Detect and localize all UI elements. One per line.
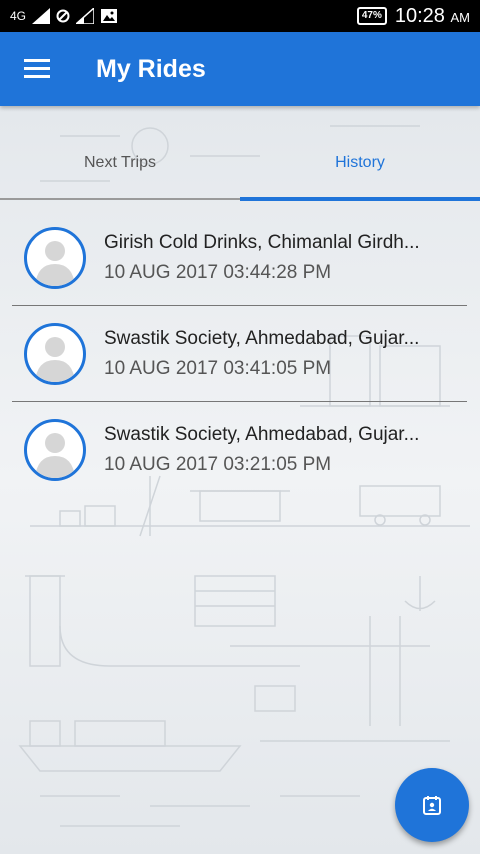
ride-timestamp: 10 AUG 2017 03:41:05 PM [104, 358, 332, 379]
status-icons: 4G [10, 8, 118, 24]
ride-item[interactable]: Girish Cold Drinks, Chimanlal Girdh... 1… [0, 210, 480, 306]
ride-item[interactable]: Swastik Society, Ahmedabad, Gujar... 10 … [0, 402, 480, 498]
user-placeholder-icon [35, 337, 75, 382]
avatar [24, 323, 86, 385]
ride-location: Swastik Society, Ahmedabad, Gujar... [104, 424, 420, 445]
signal-weak-icon [76, 8, 95, 24]
battery-indicator: 47% [356, 7, 387, 25]
ride-timestamp: 10 AUG 2017 03:44:28 PM [104, 262, 332, 283]
image-notification-icon [101, 9, 118, 23]
tab-next-trips[interactable]: Next Trips [0, 154, 240, 172]
ride-timestamp: 10 AUG 2017 03:21:05 PM [104, 454, 332, 475]
menu-button[interactable] [0, 32, 74, 106]
ride-item[interactable]: Swastik Society, Ahmedabad, Gujar... 10 … [0, 306, 480, 402]
ride-history-list: Girish Cold Drinks, Chimanlal Girdh... 1… [0, 210, 480, 498]
avatar [24, 227, 86, 289]
clock-time: 10:28 [394, 4, 445, 27]
user-placeholder-icon [35, 241, 75, 286]
book-ride-fab[interactable] [395, 768, 469, 842]
tab-history[interactable]: History [240, 154, 480, 172]
app-bar: My Rides [0, 32, 480, 106]
status-bar: 4G 47% 10:28 AM [0, 0, 480, 32]
calendar-person-icon [423, 796, 441, 815]
network-type: 4G [10, 9, 27, 23]
ride-location: Girish Cold Drinks, Chimanlal Girdh... [104, 232, 420, 253]
tab-active-indicator [240, 197, 480, 201]
ride-location: Swastik Society, Ahmedabad, Gujar... [104, 328, 420, 349]
signal-icon [32, 8, 51, 24]
clock: 10:28 AM [395, 5, 470, 28]
hamburger-menu-icon [24, 59, 50, 78]
page-title: My Rides [96, 54, 206, 83]
user-placeholder-icon [35, 433, 75, 478]
avatar [24, 419, 86, 481]
clock-ampm: AM [450, 9, 471, 25]
do-not-disturb-icon [56, 9, 70, 23]
tab-bar: Next Trips History [0, 106, 480, 202]
